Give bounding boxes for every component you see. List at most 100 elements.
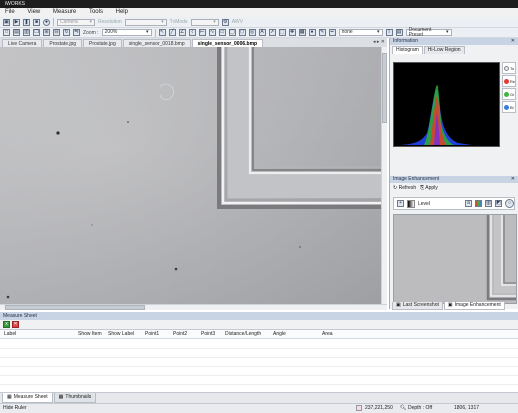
- camera-select[interactable]: Camera ▾: [57, 18, 95, 26]
- settings-icon[interactable]: ⚙: [221, 18, 229, 26]
- refresh-button[interactable]: ↻ Refresh: [393, 185, 416, 191]
- tab-prostate-2[interactable]: Prostate.jpg: [83, 39, 122, 47]
- fit-window-icon[interactable]: ⊞: [43, 29, 50, 36]
- line-tool-icon[interactable]: ╱: [168, 29, 176, 36]
- polygon-tool-icon[interactable]: ⬠: [238, 29, 246, 36]
- channel-green[interactable]: Gr: [502, 88, 516, 100]
- stop-icon[interactable]: ■: [33, 18, 40, 26]
- col-angle[interactable]: Angle: [273, 330, 286, 339]
- col-point1[interactable]: Point1: [145, 330, 159, 339]
- flip-icon[interactable]: ⇋: [73, 29, 80, 36]
- record-icon[interactable]: ●: [43, 18, 50, 26]
- text-tool-icon[interactable]: A: [258, 29, 266, 36]
- viewer-vertical-scrollbar[interactable]: [381, 47, 387, 304]
- circle-tool-icon[interactable]: ◎: [248, 29, 256, 36]
- col-point3[interactable]: Point3: [201, 330, 215, 339]
- curve-icon[interactable]: ◩: [495, 200, 502, 207]
- channel-blue[interactable]: Bl: [502, 101, 516, 113]
- rotate-icon[interactable]: ↻: [63, 29, 70, 36]
- copy-icon[interactable]: ❐: [33, 29, 40, 36]
- menu-tools[interactable]: Tools: [84, 8, 109, 17]
- status-size: 1806, 1317: [454, 405, 480, 411]
- chevron-down-icon: ▾: [89, 18, 92, 25]
- italic-icon[interactable]: I: [385, 29, 393, 36]
- angle-tool-icon[interactable]: ∠: [178, 29, 186, 36]
- col-distance-length[interactable]: Distance/Length: [225, 330, 261, 339]
- levels-icon[interactable]: ▥: [485, 200, 492, 207]
- color-level-icon[interactable]: [475, 200, 482, 207]
- tab-hi-low-region[interactable]: Hi-Low Region: [423, 46, 465, 54]
- zoom-label: Zoom :: [83, 29, 99, 36]
- status-depth: Depth : Off: [408, 405, 433, 411]
- tab-prostate-1[interactable]: Prostate.jpg: [43, 39, 83, 47]
- menu-bar: File View Measure Tools Help: [0, 8, 518, 17]
- tab-image-enhancement[interactable]: ▣ Image Enhancement: [443, 302, 505, 310]
- scrollbar-thumb[interactable]: [382, 53, 387, 123]
- curve-tool-icon[interactable]: ∿: [208, 29, 216, 36]
- zoom-select[interactable]: 200% ▾: [101, 29, 152, 36]
- save-icon[interactable]: ▤: [13, 29, 20, 36]
- ellipse-tool-icon[interactable]: ◯: [228, 29, 236, 36]
- line-color-icon[interactable]: ━: [328, 29, 336, 36]
- menu-help[interactable]: Help: [111, 8, 134, 17]
- toolbar-bottom: □ ▤ ▥ ❐ ⊞ ⊟ ↻ ⇋ Zoom : 200% ▾ ↖ ╱ ∠ ⌇ ⊢ ∿…: [0, 27, 518, 38]
- color-swatch: [356, 405, 362, 411]
- tab-close-icon[interactable]: ◂ ▸ ✕: [373, 39, 385, 45]
- frame-tool-icon[interactable]: ⬚: [278, 29, 286, 36]
- menu-file[interactable]: File: [0, 8, 21, 17]
- tab-single-sensor-0006[interactable]: single_sensor_0006.bmp: [191, 39, 264, 47]
- resolution-select[interactable]: ▾: [124, 18, 167, 26]
- tab-thumbnails[interactable]: ▦ Thumbnails: [53, 393, 97, 403]
- brush-icon[interactable]: ✎: [318, 29, 326, 36]
- tab-last-screenshot[interactable]: ▣ Last Screenshot: [392, 302, 443, 310]
- image-viewer[interactable]: [0, 47, 381, 304]
- col-show-item[interactable]: Show Item: [78, 330, 102, 339]
- scrollbar-thumb[interactable]: [5, 305, 145, 310]
- channel-total[interactable]: To: [502, 62, 516, 74]
- crosshair-icon[interactable]: ✚: [288, 29, 296, 36]
- col-area[interactable]: Area: [322, 330, 333, 339]
- print-icon[interactable]: ▥: [23, 29, 30, 36]
- pointer-icon[interactable]: ↖: [158, 29, 166, 36]
- tab-histogram[interactable]: Histogram: [392, 46, 423, 54]
- play-icon[interactable]: ▶: [13, 18, 20, 26]
- apply-button[interactable]: ⎘ Apply: [420, 185, 438, 191]
- tab-measure-sheet[interactable]: ▦ Measure Sheet: [2, 393, 53, 403]
- open-icon[interactable]: ▣: [3, 18, 10, 26]
- export-excel-icon[interactable]: x: [3, 321, 10, 328]
- channel-red[interactable]: Re: [502, 75, 516, 87]
- ruler-tool-icon[interactable]: ⊢: [198, 29, 206, 36]
- close-icon[interactable]: ✕: [511, 38, 515, 45]
- viewer-horizontal-scrollbar[interactable]: [0, 304, 387, 310]
- menu-view[interactable]: View: [22, 8, 46, 17]
- enhance-icon: ▣: [447, 302, 453, 308]
- green-channel-icon: [504, 91, 509, 97]
- point-icon[interactable]: ●: [308, 29, 316, 36]
- expand-icon[interactable]: +: [397, 200, 404, 207]
- col-point2[interactable]: Point2: [173, 330, 187, 339]
- grid-icon[interactable]: ⊟: [53, 29, 60, 36]
- awv-label: AWV: [231, 19, 243, 25]
- polyline-tool-icon[interactable]: ⌇: [188, 29, 196, 36]
- tvmode-select[interactable]: ▾: [190, 18, 219, 26]
- col-show-label[interactable]: Show Label: [108, 330, 134, 339]
- menu-measure[interactable]: Measure: [48, 8, 82, 17]
- document-icon[interactable]: ▤: [395, 29, 403, 36]
- delete-icon[interactable]: ✕: [12, 321, 19, 328]
- document-preset-select[interactable]: Document Preset ▾: [405, 27, 452, 37]
- line-style-select[interactable]: none ▾: [338, 29, 383, 36]
- close-icon[interactable]: ✕: [511, 176, 515, 183]
- table-row: [0, 357, 518, 358]
- zoom-value: 200%: [104, 29, 118, 35]
- status-bar: Hide Ruler 237,221,250 🔍︎ Depth : Off 18…: [0, 403, 518, 413]
- tab-live-camera[interactable]: Live Camera: [2, 39, 43, 47]
- rectangle-tool-icon[interactable]: ▭: [218, 29, 226, 36]
- reset-icon[interactable]: ○: [505, 199, 514, 208]
- pause-icon[interactable]: ❚: [23, 18, 30, 26]
- col-label[interactable]: Label: [4, 330, 16, 339]
- auto-level-icon[interactable]: a: [465, 200, 472, 207]
- arrow-tool-icon[interactable]: ➚: [268, 29, 276, 36]
- tab-single-sensor-0018[interactable]: single_sensor_0018.bmp: [122, 39, 191, 47]
- new-icon[interactable]: □: [3, 29, 10, 36]
- fill-icon[interactable]: ▦: [298, 29, 306, 36]
